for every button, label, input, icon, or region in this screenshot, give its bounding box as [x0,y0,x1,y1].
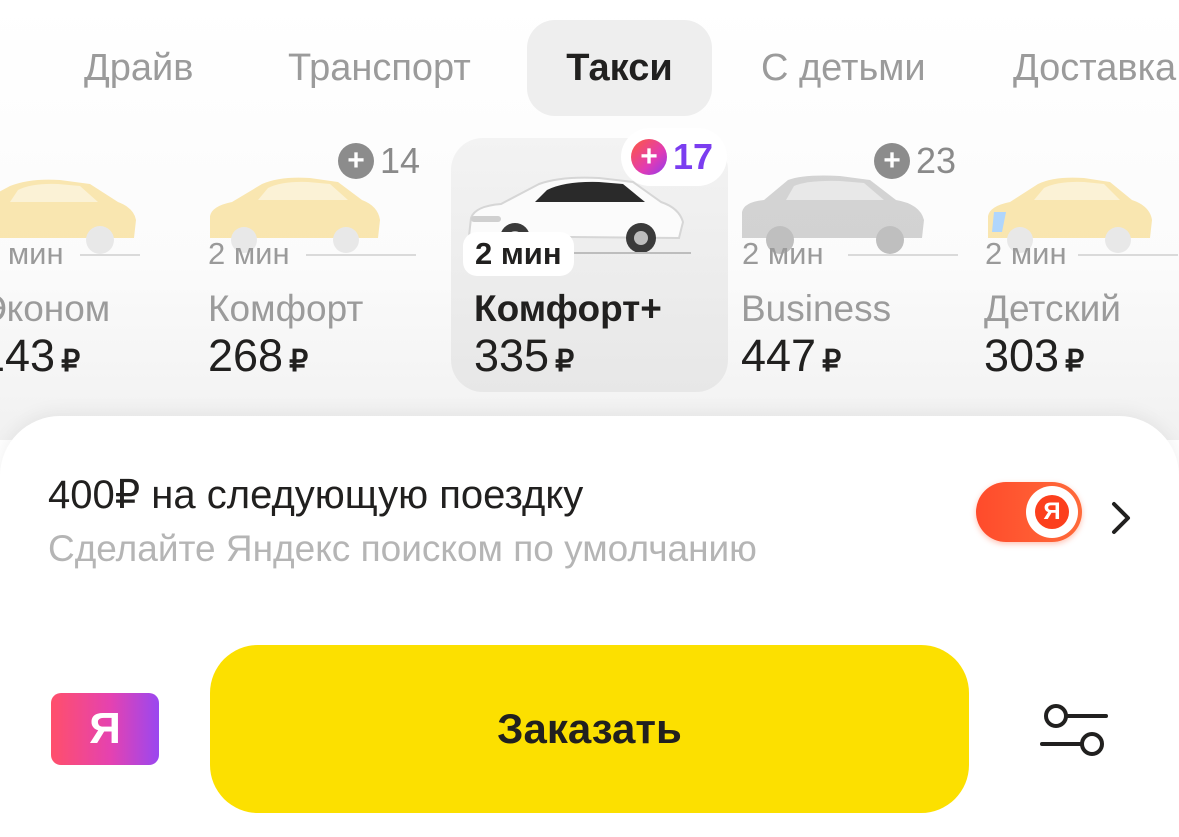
tab-with-kids[interactable]: С детьми [761,20,926,116]
tab-transport[interactable]: Транспорт [288,20,471,116]
eta-divider [80,254,140,256]
tariff-name: Business [741,288,892,329]
default-search-toggle[interactable]: Я [976,482,1082,542]
tariff-eta: 2 мин [463,232,574,276]
tariff-card-comfort[interactable]: + 14 2 мин Комфорт 268 ₽ [200,138,435,392]
tariff-price: 303 ₽ [984,330,1085,381]
tab-drive[interactable]: Драйв [84,20,193,116]
tariff-eta: 2 мин [208,236,290,271]
plus-points: 14 [380,140,421,181]
tariff-price: 335 ₽ [474,330,575,381]
tariff-eta: 2 мин [0,236,64,271]
tab-taxi[interactable]: Такси [527,20,712,116]
tariff-card-kids[interactable]: 2 мин Детский 303 ₽ [978,138,1179,392]
promo-title[interactable]: 400₽ на следующую поездку [48,472,583,518]
settings-sliders-icon[interactable] [1038,702,1110,758]
tariff-list: 2 мин Эконом 143₽ + 14 2 мин Комфорт 268… [0,128,1179,394]
tariff-eta: 2 мин [985,236,1067,271]
tariff-card-comfort-plus[interactable]: + 17 2 мин Комфорт+ 335 ₽ [451,128,728,392]
promo-subtitle: Сделайте Яндекс поиском по умолчанию [48,528,757,569]
tariff-name: Комфорт [208,288,364,329]
eta-divider [1078,254,1178,256]
tab-delivery[interactable]: Доставка [1013,20,1176,116]
tariff-name: Комфорт+ [474,288,662,329]
order-button[interactable]: Заказать [210,645,969,813]
eta-divider [306,254,416,256]
plus-icon: + [631,139,667,175]
eta-divider [571,252,691,254]
tariff-price: 143₽ [0,330,81,381]
tariff-price: 447 ₽ [741,330,842,381]
bottom-sheet: 400₽ на следующую поездку Сделайте Яндек… [0,416,1179,837]
yandex-logo-icon: Я [1035,495,1069,529]
tariff-price: 268 ₽ [208,330,309,381]
tariff-name: Детский [984,288,1121,329]
tariff-eta: 2 мин [742,236,824,271]
tariff-name: Эконом [0,288,111,329]
service-tabs: Драйв Транспорт Такси С детьми Доставка [0,20,1179,116]
eta-divider [848,254,958,256]
yandex-logo-icon: Я [89,704,121,753]
toggle-knob: Я [1026,486,1078,538]
tariff-card-econom[interactable]: 2 мин Эконом 143₽ [0,138,140,392]
tariff-card-business[interactable]: + 23 2 мин Business 447 ₽ [740,138,970,392]
chevron-right-icon[interactable] [1106,498,1136,538]
yandex-app-button[interactable]: Я [51,693,159,765]
